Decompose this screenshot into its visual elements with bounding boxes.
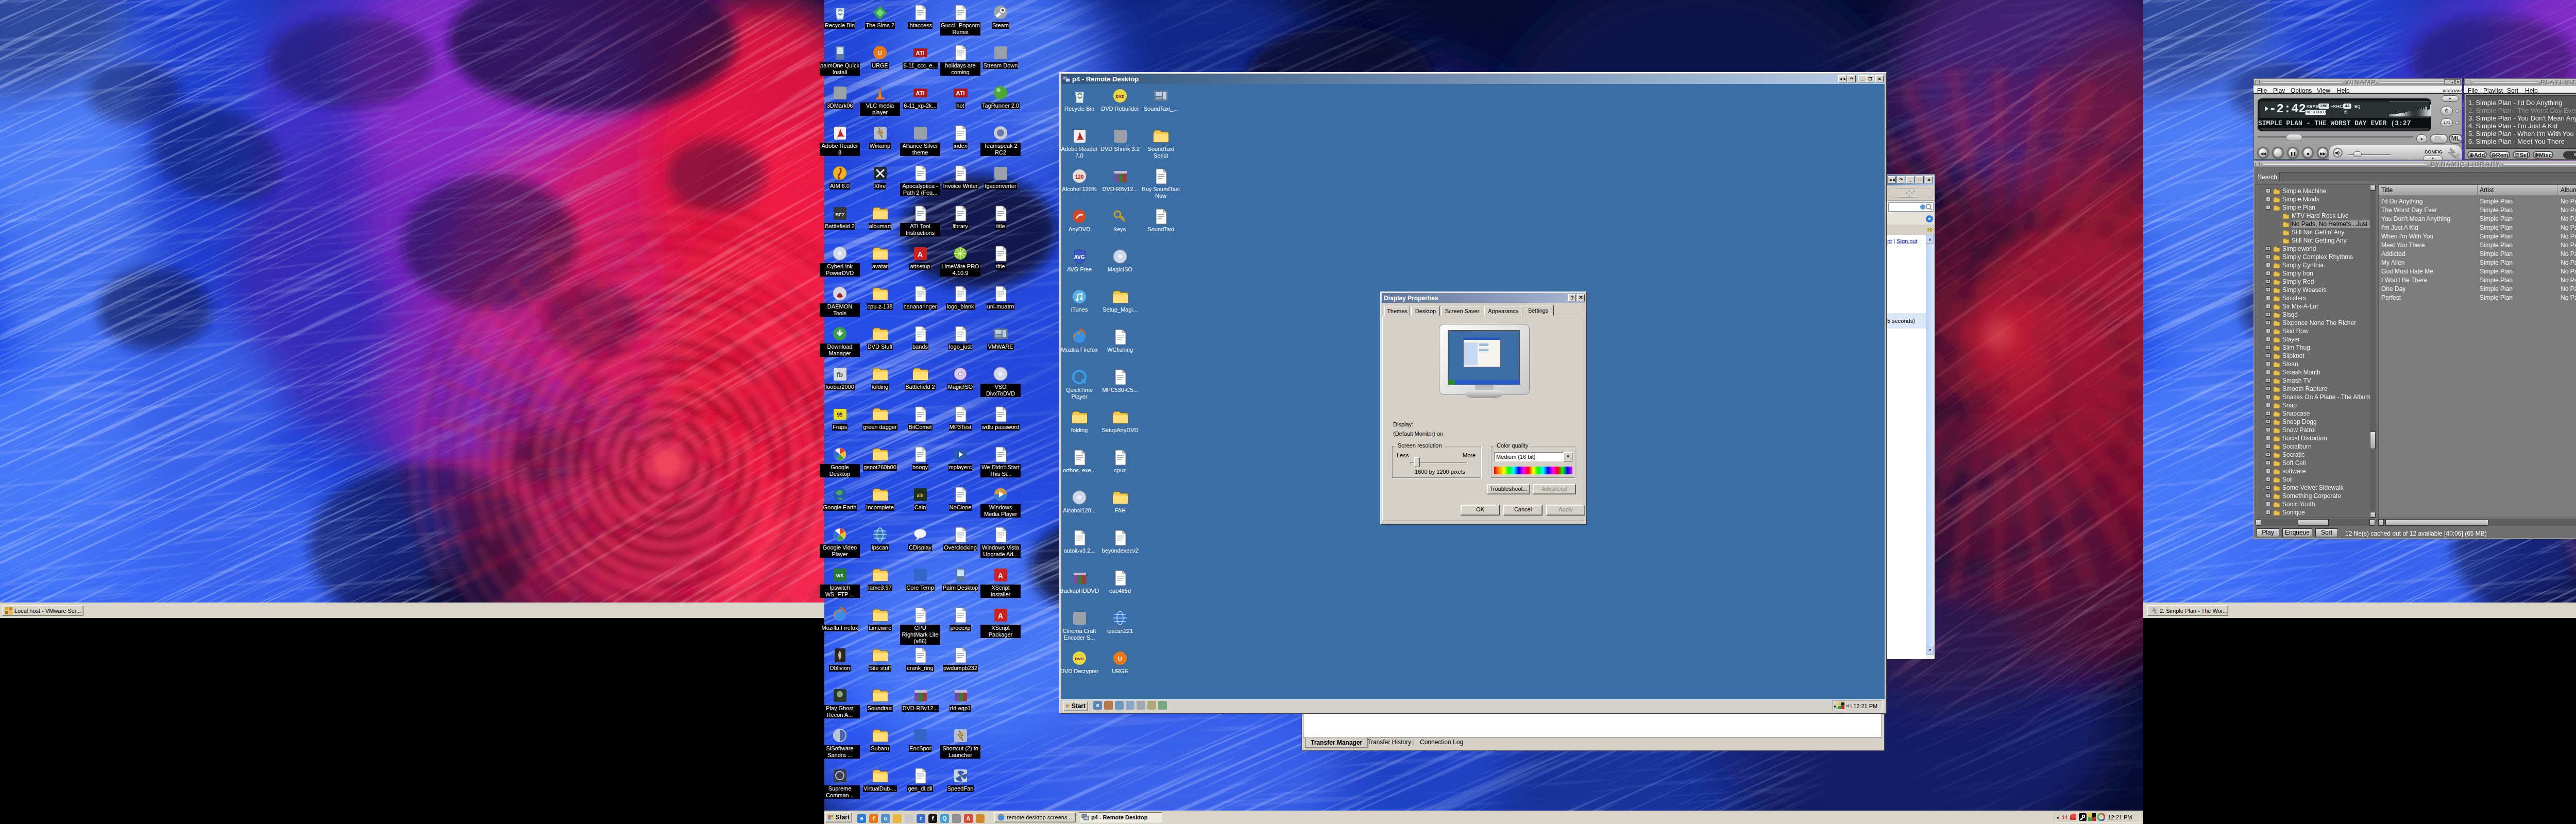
svg-text:ATI: ATI — [956, 90, 964, 96]
svg-text:DVD: DVD — [1115, 94, 1124, 99]
svg-text:U: U — [1118, 656, 1122, 662]
svg-text:A: A — [917, 250, 922, 259]
svg-text:fb: fb — [836, 371, 842, 379]
svg-text:exoteric reach.org: exoteric reach.org — [1131, 796, 1193, 805]
svg-text:DVD: DVD — [1075, 657, 1083, 661]
svg-text:AVG: AVG — [1074, 254, 1084, 260]
svg-text:ATI: ATI — [916, 90, 924, 96]
svg-text:120: 120 — [1075, 174, 1083, 180]
svg-text:WS: WS — [836, 573, 843, 578]
svg-text:BF2: BF2 — [835, 212, 844, 217]
svg-text:ATI: ATI — [916, 50, 924, 56]
svg-text:99: 99 — [837, 412, 843, 418]
svg-text:A: A — [997, 572, 1003, 580]
svg-text:ain: ain — [917, 493, 923, 498]
svg-text:A: A — [997, 612, 1003, 620]
svg-text:U: U — [878, 50, 882, 56]
